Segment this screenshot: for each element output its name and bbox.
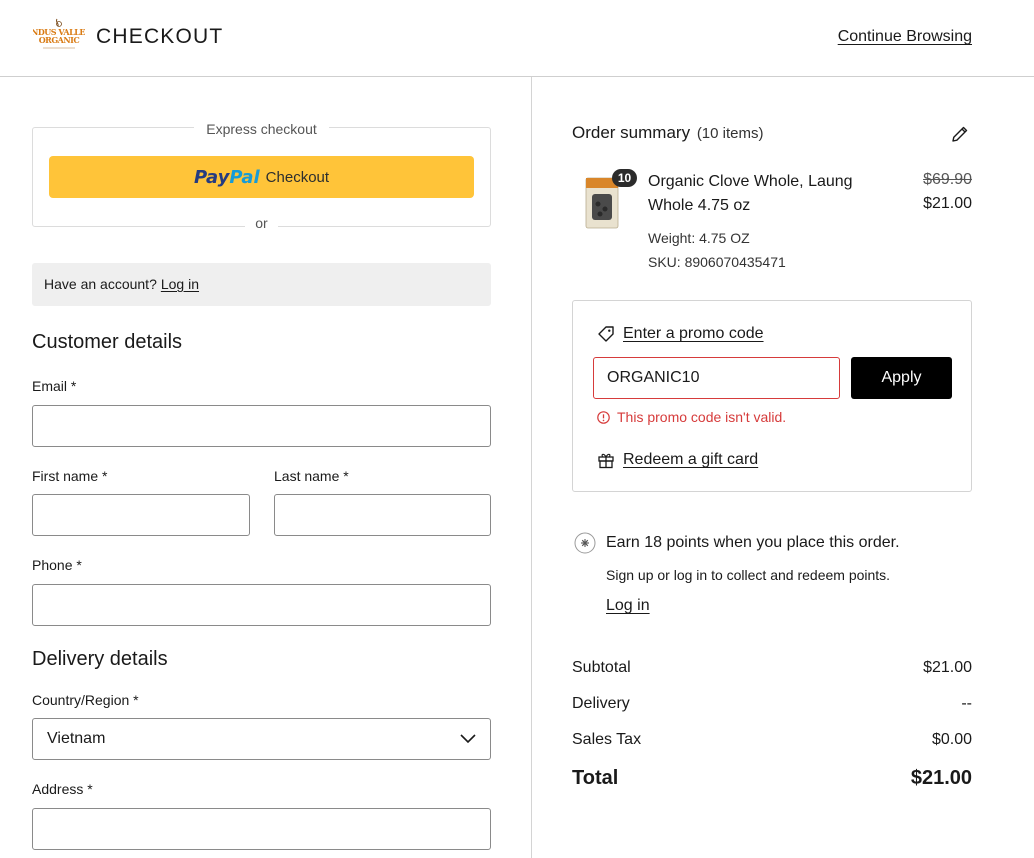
phone-label: Phone * [32, 557, 82, 573]
pencil-icon[interactable] [950, 124, 970, 144]
continue-browsing-link[interactable]: Continue Browsing [838, 28, 972, 46]
enter-promo-link[interactable]: Enter a promo code [597, 325, 764, 343]
points-login-link[interactable]: Log in [606, 597, 650, 615]
email-field[interactable] [32, 405, 491, 447]
first-name-field[interactable] [32, 494, 250, 536]
country-label: Country/Region * [32, 692, 139, 708]
gift-icon [598, 453, 614, 469]
address-label: Address * [32, 781, 93, 797]
country-select[interactable]: Vietnam [32, 718, 491, 760]
first-name-label: First name * [32, 468, 108, 484]
express-checkout-box: Express checkout PayPal Checkout or [32, 121, 491, 231]
express-checkout-label: Express checkout [33, 121, 490, 139]
promo-box: Enter a promo code Apply This promo code… [572, 300, 972, 492]
brand-logo[interactable]: INDUS VALLEY ORGANIC [33, 17, 85, 53]
redeem-gift-card-link[interactable]: Redeem a gift card [597, 451, 758, 469]
product-original-price: $69.90 [923, 171, 972, 188]
apply-button[interactable]: Apply [851, 357, 952, 399]
sales-tax-label: Sales Tax [572, 731, 642, 748]
total-value: $21.00 [910, 767, 972, 789]
order-summary-title: Order summary (10 items) [572, 123, 764, 142]
header: INDUS VALLEY ORGANIC CHECKOUT Continue B… [0, 0, 1034, 77]
account-prompt-box: Have an account? Log in [32, 263, 491, 306]
paypal-checkout-button[interactable]: PayPal Checkout [49, 156, 474, 198]
sales-tax-value: $0.00 [931, 731, 972, 748]
or-divider: or [33, 215, 490, 233]
star-burst-icon [574, 532, 596, 554]
customer-details-title: Customer details [32, 331, 183, 353]
subtotal-value: $21.00 [923, 659, 972, 676]
account-prompt-text: Have an account? [44, 276, 157, 292]
chevron-down-icon [460, 734, 476, 744]
country-selected-value: Vietnam [47, 730, 106, 747]
alert-circle-icon [597, 410, 610, 424]
address-field[interactable] [32, 808, 491, 850]
tag-icon [598, 326, 614, 342]
email-label: Email * [32, 378, 77, 394]
paypal-logo: PayPal [193, 166, 260, 188]
order-item-count: (10 items) [696, 125, 764, 142]
product-current-price: $21.00 [923, 195, 972, 212]
account-login-link[interactable]: Log in [161, 276, 199, 292]
last-name-label: Last name * [274, 468, 349, 484]
quantity-badge: 10 [612, 169, 637, 187]
last-name-field[interactable] [274, 494, 491, 536]
delivery-label: Delivery [572, 695, 630, 712]
total-label: Total [572, 767, 619, 789]
product-weight: Weight: 4.75 OZ [648, 230, 750, 246]
enter-promo-label: Enter a promo code [623, 325, 764, 342]
redeem-gift-card-label: Redeem a gift card [623, 451, 759, 468]
brand-line2: ORGANIC [39, 35, 80, 45]
column-divider [531, 77, 532, 858]
points-title: Earn 18 points when you place this order… [606, 534, 900, 551]
page-title: CHECKOUT [96, 25, 224, 48]
promo-error-message: This promo code isn't valid. [597, 409, 786, 425]
product-name: Organic Clove Whole, Laung Whole 4.75 oz [648, 173, 853, 214]
delivery-value: -- [961, 695, 972, 712]
promo-code-input[interactable] [593, 357, 840, 399]
paypal-checkout-label: Checkout [265, 168, 330, 186]
points-subtitle: Sign up or log in to collect and redeem … [606, 567, 891, 583]
subtotal-label: Subtotal [572, 659, 631, 676]
phone-field[interactable] [32, 584, 491, 626]
product-sku: SKU: 8906070435471 [648, 254, 786, 270]
delivery-details-title: Delivery details [32, 648, 168, 670]
